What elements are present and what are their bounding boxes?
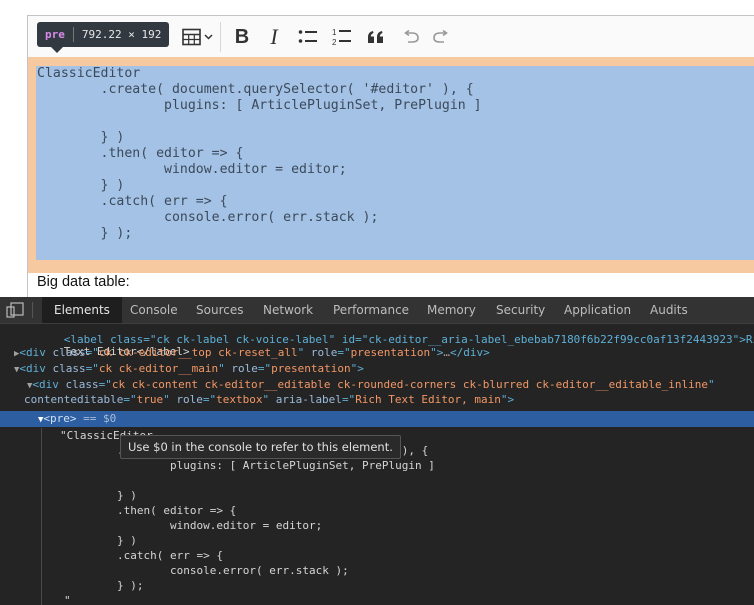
bold-button[interactable]: B xyxy=(230,24,254,50)
text-node-line: } ) xyxy=(64,489,137,502)
numbered-list-button[interactable]: 1 2 xyxy=(330,24,354,50)
dom-node-editable[interactable]: ▼<div class="ck ck-content ck-editor__ed… xyxy=(27,377,715,392)
code-line: plugins: [ ArticlePluginSet, PrePlugin ] xyxy=(37,98,482,113)
dom-node-editor-top[interactable]: ▶<div class="ck ck-editor__top ck-reset_… xyxy=(14,345,490,360)
code-line: } ) xyxy=(37,178,125,193)
code-line: } ) xyxy=(37,130,125,145)
indent-guide xyxy=(41,428,42,605)
code-line: .catch( err => { xyxy=(37,194,228,209)
tooltip-dimensions: 792.22 × 192 xyxy=(81,28,162,41)
block-quote-icon xyxy=(368,31,383,43)
code-block[interactable]: ClassicEditor .create( document.querySel… xyxy=(37,66,482,242)
svg-text:1: 1 xyxy=(332,28,337,37)
table-icon xyxy=(182,28,213,46)
redo-button[interactable] xyxy=(430,24,454,50)
text-node-line xyxy=(64,473,71,488)
redo-icon xyxy=(433,30,448,43)
text-node-line: " xyxy=(64,594,71,605)
svg-text:2: 2 xyxy=(332,38,337,46)
toolbar-separator xyxy=(220,22,221,52)
dom-node-editor-main[interactable]: ▼<div class="ck ck-editor__main" role="p… xyxy=(14,361,364,376)
tooltip-divider xyxy=(72,27,74,42)
code-line: } ); xyxy=(37,226,133,241)
undo-button[interactable] xyxy=(398,24,422,50)
text-node-line: .then( editor => { xyxy=(64,504,237,517)
bulleted-list-icon xyxy=(298,30,317,43)
insert-table-button[interactable] xyxy=(178,24,218,50)
console-hint-tooltip: Use $0 in the console to refer to this e… xyxy=(120,435,401,459)
device-toolbar-icon[interactable] xyxy=(6,302,24,318)
dom-node-pre[interactable]: ▼<pre> == $0 xyxy=(38,411,116,426)
text-node-line: } ); xyxy=(64,579,144,592)
elements-dom-tree: <label class="ck ck-label ck-voice-label… xyxy=(0,324,754,605)
text-node-line: .catch( err => { xyxy=(64,549,223,562)
text-node-line: plugins: [ ArticlePluginSet, PrePlugin ] xyxy=(64,459,435,472)
dom-node-editable-attrs[interactable]: contenteditable="true" role="textbox" ar… xyxy=(24,392,514,407)
bulleted-list-button[interactable] xyxy=(296,24,320,50)
italic-button[interactable]: I xyxy=(262,24,286,50)
rich-text-editor: B I 1 2 pre 792.22 × 192 ClassicEditor .… xyxy=(0,0,754,297)
code-line: ClassicEditor xyxy=(37,66,141,81)
block-quote-button[interactable] xyxy=(364,24,388,50)
text-node-line: console.error( err.stack ); xyxy=(64,564,349,577)
code-line: .then( editor => { xyxy=(37,146,244,161)
paragraph-big-data-table[interactable]: Big data table: xyxy=(37,274,130,290)
dom-node-label-end[interactable]: Text Editor</label> xyxy=(24,329,190,358)
code-line: console.error( err.stack ); xyxy=(37,210,379,225)
code-line: .create( document.querySelector( '#edito… xyxy=(37,82,474,97)
code-line: window.editor = editor; xyxy=(37,162,347,177)
devtools-separator xyxy=(32,302,33,318)
undo-icon xyxy=(404,30,419,43)
text-node-line: } ) xyxy=(64,534,137,547)
tooltip-tag: pre xyxy=(45,28,65,41)
element-inspector-tooltip: pre 792.22 × 192 xyxy=(37,22,170,53)
devtools-panel: Elements Console Sources Network Perform… xyxy=(0,297,754,605)
numbered-list-icon: 1 2 xyxy=(332,28,351,46)
text-node-line: window.editor = editor; xyxy=(64,519,323,532)
